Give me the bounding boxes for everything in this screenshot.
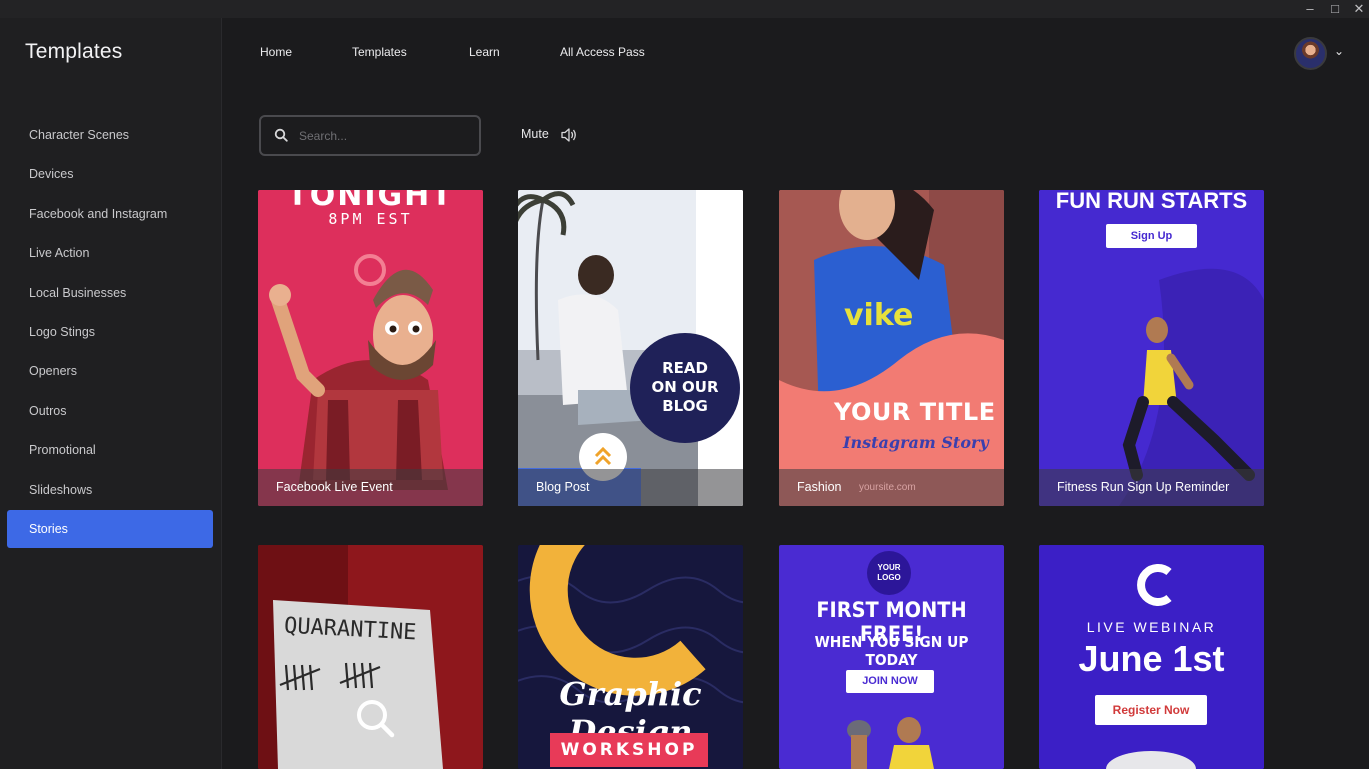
chevron-down-icon[interactable]: ⌄ bbox=[1334, 44, 1348, 58]
search-box[interactable] bbox=[259, 115, 481, 156]
sidebar: Templates Character Scenes Devices Faceb… bbox=[0, 18, 222, 769]
svg-text:vike: vike bbox=[844, 298, 913, 333]
card-overlay-subtitle: 8PM EST bbox=[328, 210, 413, 228]
card-caption: Facebook Live Event bbox=[258, 469, 483, 506]
sidebar-item-devices[interactable]: Devices bbox=[7, 155, 213, 193]
template-card-fashion[interactable]: vike YOUR TITLE Instagram Story Fashion … bbox=[779, 190, 1004, 506]
mute-label[interactable]: Mute bbox=[521, 127, 549, 141]
speaker-icon[interactable] bbox=[560, 127, 578, 143]
app-title: Templates bbox=[25, 40, 123, 63]
window-titlebar bbox=[0, 0, 1369, 18]
nav-templates[interactable]: Templates bbox=[352, 45, 407, 59]
sidebar-item-character-scenes[interactable]: Character Scenes bbox=[7, 116, 213, 154]
card-artwork bbox=[847, 717, 934, 769]
card-caption-text: Fashion bbox=[797, 480, 842, 494]
sidebar-item-stories[interactable]: Stories bbox=[7, 510, 213, 548]
nav-all-access-pass[interactable]: All Access Pass bbox=[560, 45, 645, 59]
nav-home[interactable]: Home bbox=[260, 45, 292, 59]
sidebar-item-logo-stings[interactable]: Logo Stings bbox=[7, 313, 213, 351]
template-card-quarantine[interactable]: QUARANTINE bbox=[258, 545, 483, 769]
template-card-graphic-design[interactable]: Graphic Design WORKSHOP bbox=[518, 545, 743, 769]
sidebar-item-outros[interactable]: Outros bbox=[7, 392, 213, 430]
card-banner: WORKSHOP bbox=[550, 733, 708, 767]
close-window-button[interactable]: ✕ bbox=[1351, 1, 1367, 17]
card-caption: Fitness Run Sign Up Reminder bbox=[1039, 469, 1264, 506]
template-card-fitness-run[interactable]: FUN RUN STARTS Sign Up Fitness Run Sign … bbox=[1039, 190, 1264, 506]
card-footer-url: yoursite.com bbox=[859, 482, 916, 493]
search-input[interactable] bbox=[299, 126, 469, 146]
sidebar-item-live-action[interactable]: Live Action bbox=[7, 234, 213, 272]
card-overlay-title: YOUR TITLE bbox=[834, 398, 996, 426]
template-card-facebook-live-event[interactable]: TONIGHT 8PM EST Facebook Live Event bbox=[258, 190, 483, 506]
card-artwork bbox=[258, 545, 483, 769]
card-signup-button: Sign Up bbox=[1106, 224, 1197, 248]
sidebar-item-promotional[interactable]: Promotional bbox=[7, 431, 213, 469]
template-card-first-month-free[interactable]: YOUR LOGO FIRST MONTH FREE! WHEN YOU SIG… bbox=[779, 545, 1004, 769]
badge-line-3: BLOG bbox=[662, 397, 708, 415]
maximize-button[interactable]: □ bbox=[1327, 1, 1343, 17]
minimize-button[interactable]: – bbox=[1302, 1, 1318, 17]
sidebar-item-slideshows[interactable]: Slideshows bbox=[7, 471, 213, 509]
template-card-live-webinar[interactable]: LIVE WEBINAR June 1st Register Now bbox=[1039, 545, 1264, 769]
blog-badge: READ ON OUR BLOG bbox=[630, 333, 740, 443]
search-icon bbox=[274, 128, 288, 142]
sidebar-item-local-businesses[interactable]: Local Businesses bbox=[7, 274, 213, 312]
card-caption: Blog Post bbox=[518, 469, 743, 506]
card-register-button: Register Now bbox=[1095, 695, 1207, 725]
card-overlay-title: June 1st bbox=[1078, 638, 1225, 679]
nav-learn[interactable]: Learn bbox=[469, 45, 500, 59]
template-card-blog-post[interactable]: READ ON OUR BLOG Blog Post bbox=[518, 190, 743, 506]
sidebar-item-openers[interactable]: Openers bbox=[7, 352, 213, 390]
card-overlay-subtitle: Instagram Story bbox=[843, 433, 989, 452]
card-kicker: LIVE WEBINAR bbox=[1086, 619, 1217, 635]
badge-line-1: READ bbox=[662, 359, 708, 377]
card-caption: Fashion yoursite.com bbox=[779, 469, 1004, 506]
card-artwork bbox=[258, 190, 483, 506]
avatar[interactable] bbox=[1294, 37, 1327, 70]
badge-line-2: ON OUR bbox=[651, 378, 719, 396]
sidebar-item-facebook-instagram[interactable]: Facebook and Instagram bbox=[7, 195, 213, 233]
card-overlay-title: FUN RUN STARTS bbox=[1055, 190, 1248, 213]
card-artwork: vike bbox=[779, 190, 1004, 506]
